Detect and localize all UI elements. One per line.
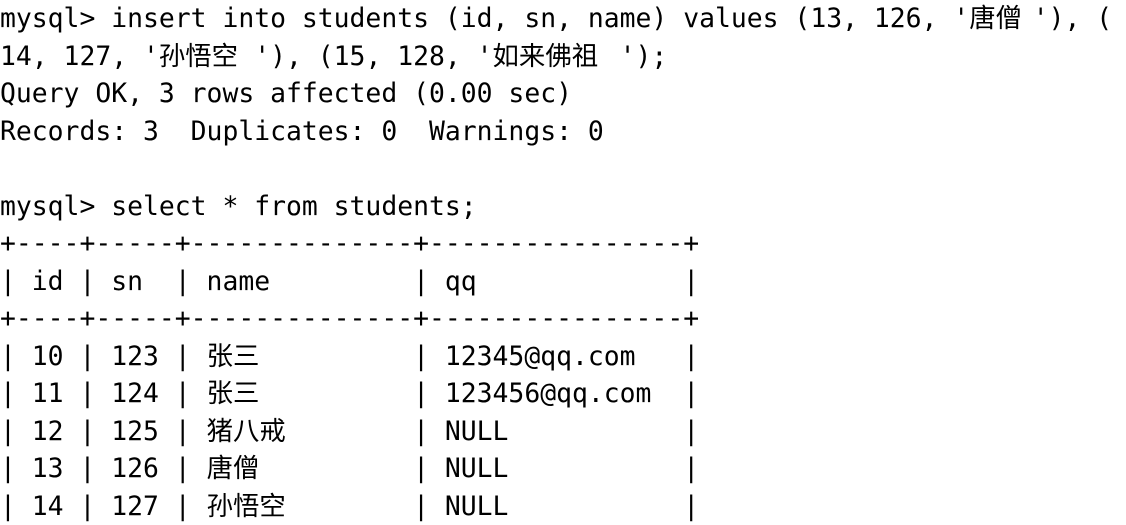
query-ok-line: Query OK, 3 rows affected (0.00 sec)	[0, 78, 572, 109]
table-border-top: +----+-----+--------------+-------------…	[0, 228, 700, 259]
cjk-text: 猪八戒	[206, 415, 286, 447]
table-row-14: | 14 | 127 | 孙悟空 | NULL |	[0, 488, 1126, 525]
cjk-text: 唐僧	[206, 453, 260, 484]
table-row-13: | 13 | 126 | 唐僧 | NULL |	[0, 450, 1126, 488]
table-row-10: | 10 | 123 | 张三 | 12345@qq.com |	[0, 338, 1126, 376]
cjk-text: 孙悟空	[158, 40, 239, 72]
table-header-row: | id | sn | name | qq |	[0, 265, 700, 297]
table-row-11: | 11 | 124 | 张三 | 123456@qq.com |	[0, 375, 1126, 413]
cjk-text: 张三	[206, 340, 260, 372]
terminal-output[interactable]: mysql> insert into students (id, sn, nam…	[0, 0, 1126, 525]
table-border-mid: +----+-----+--------------+-------------…	[0, 303, 700, 334]
cjk-text: 张三	[206, 378, 260, 409]
records-line: Records: 3 Duplicates: 0 Warnings: 0	[0, 115, 604, 147]
cjk-text: 如来佛祖	[492, 40, 599, 72]
select-statement-line: mysql> select * from students;	[0, 190, 477, 222]
cjk-text: 孙悟空	[206, 490, 286, 522]
insert-statement-line-2: 14, 127, '孙悟空 '), (15, 128, '如来佛祖 ');	[0, 38, 1126, 76]
table-row-12: | 12 | 125 | 猪八戒 | NULL |	[0, 413, 1126, 451]
cjk-text: 唐僧	[969, 3, 1022, 34]
insert-statement-line-1: mysql> insert into students (id, sn, nam…	[0, 0, 1126, 38]
